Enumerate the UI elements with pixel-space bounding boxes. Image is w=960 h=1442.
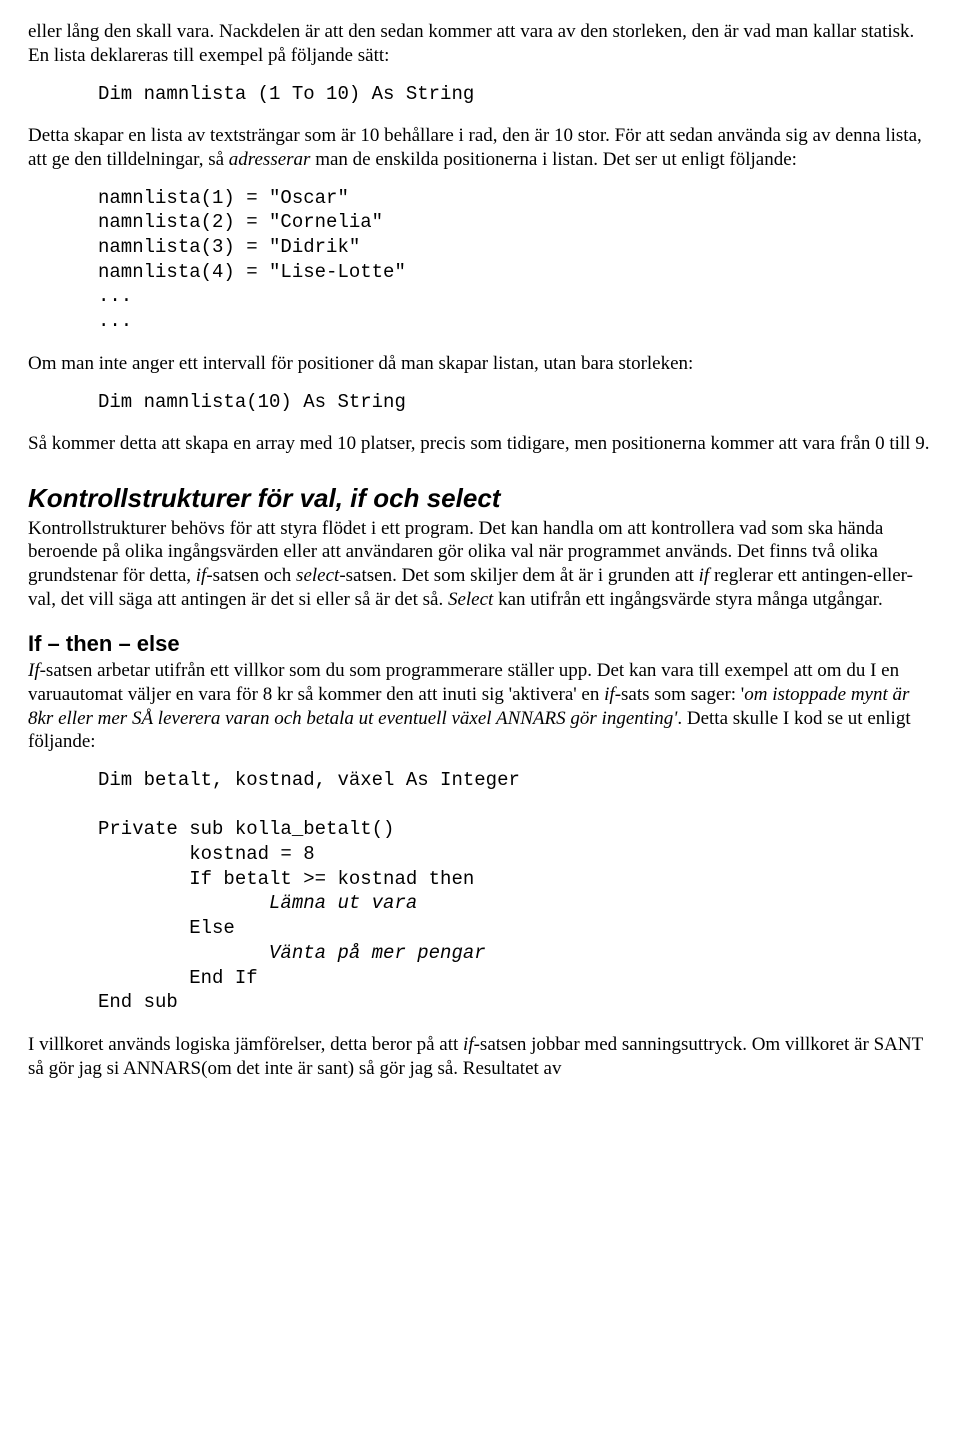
c4-l4: If betalt >= kostnad then	[98, 868, 474, 890]
code-block-2: namnlista(1) = "Oscar" namnlista(2) = "C…	[98, 186, 932, 334]
p5-i3: if	[699, 565, 710, 586]
code-block-1: Dim namnlista (1 To 10) As String	[98, 82, 932, 107]
p7-i1: if	[463, 1034, 474, 1055]
c4-l2: Private sub kolla_betalt()	[98, 818, 394, 840]
c4-l8: End If	[98, 967, 258, 989]
paragraph-2: Detta skapar en lista av textsträngar so…	[28, 124, 932, 172]
c4-l1: Dim betalt, kostnad, växel As Integer	[98, 769, 520, 791]
c4-l3: kostnad = 8	[98, 843, 315, 865]
paragraph-2-italic: adresserar	[229, 149, 311, 170]
paragraph-1: eller lång den skall vara. Nackdelen är …	[28, 20, 932, 68]
c4-l7: Vänta på mer pengar	[98, 942, 486, 964]
p6-b: -sats som sager: '	[615, 684, 745, 705]
p5-e: kan utifrån ett ingångsvärde styra många…	[493, 589, 882, 610]
p7-a: I villkoret används logiska jämförelser,…	[28, 1034, 463, 1055]
paragraph-2b: man de enskilda positionerna i listan. D…	[310, 149, 797, 170]
code-block-3: Dim namnlista(10) As String	[98, 390, 932, 415]
heading-kontrollstrukturer: Kontrollstrukturer för val, if och selec…	[28, 482, 932, 515]
c4-l5: Lämna ut vara	[98, 892, 417, 914]
p5-i2: select	[296, 565, 339, 586]
paragraph-6: If-satsen arbetar utifrån ett villkor so…	[28, 659, 932, 754]
p6-i2: if	[604, 684, 615, 705]
p5-i1: if	[196, 565, 207, 586]
paragraph-5: Kontrollstrukturer behövs för att styra …	[28, 517, 932, 612]
heading-if-then-else: If – then – else	[28, 630, 932, 658]
p5-i4: Select	[448, 589, 493, 610]
paragraph-7: I villkoret används logiska jämförelser,…	[28, 1033, 932, 1081]
p5-b: -satsen och	[206, 565, 296, 586]
paragraph-3: Om man inte anger ett intervall för posi…	[28, 352, 932, 376]
paragraph-4: Så kommer detta att skapa en array med 1…	[28, 432, 932, 456]
c4-l6: Else	[98, 917, 235, 939]
c4-l9: End sub	[98, 991, 178, 1013]
p6-i1: If	[28, 660, 40, 681]
p5-c: -satsen. Det som skiljer dem åt är i gru…	[339, 565, 698, 586]
code-block-4: Dim betalt, kostnad, växel As Integer Pr…	[98, 768, 932, 1015]
